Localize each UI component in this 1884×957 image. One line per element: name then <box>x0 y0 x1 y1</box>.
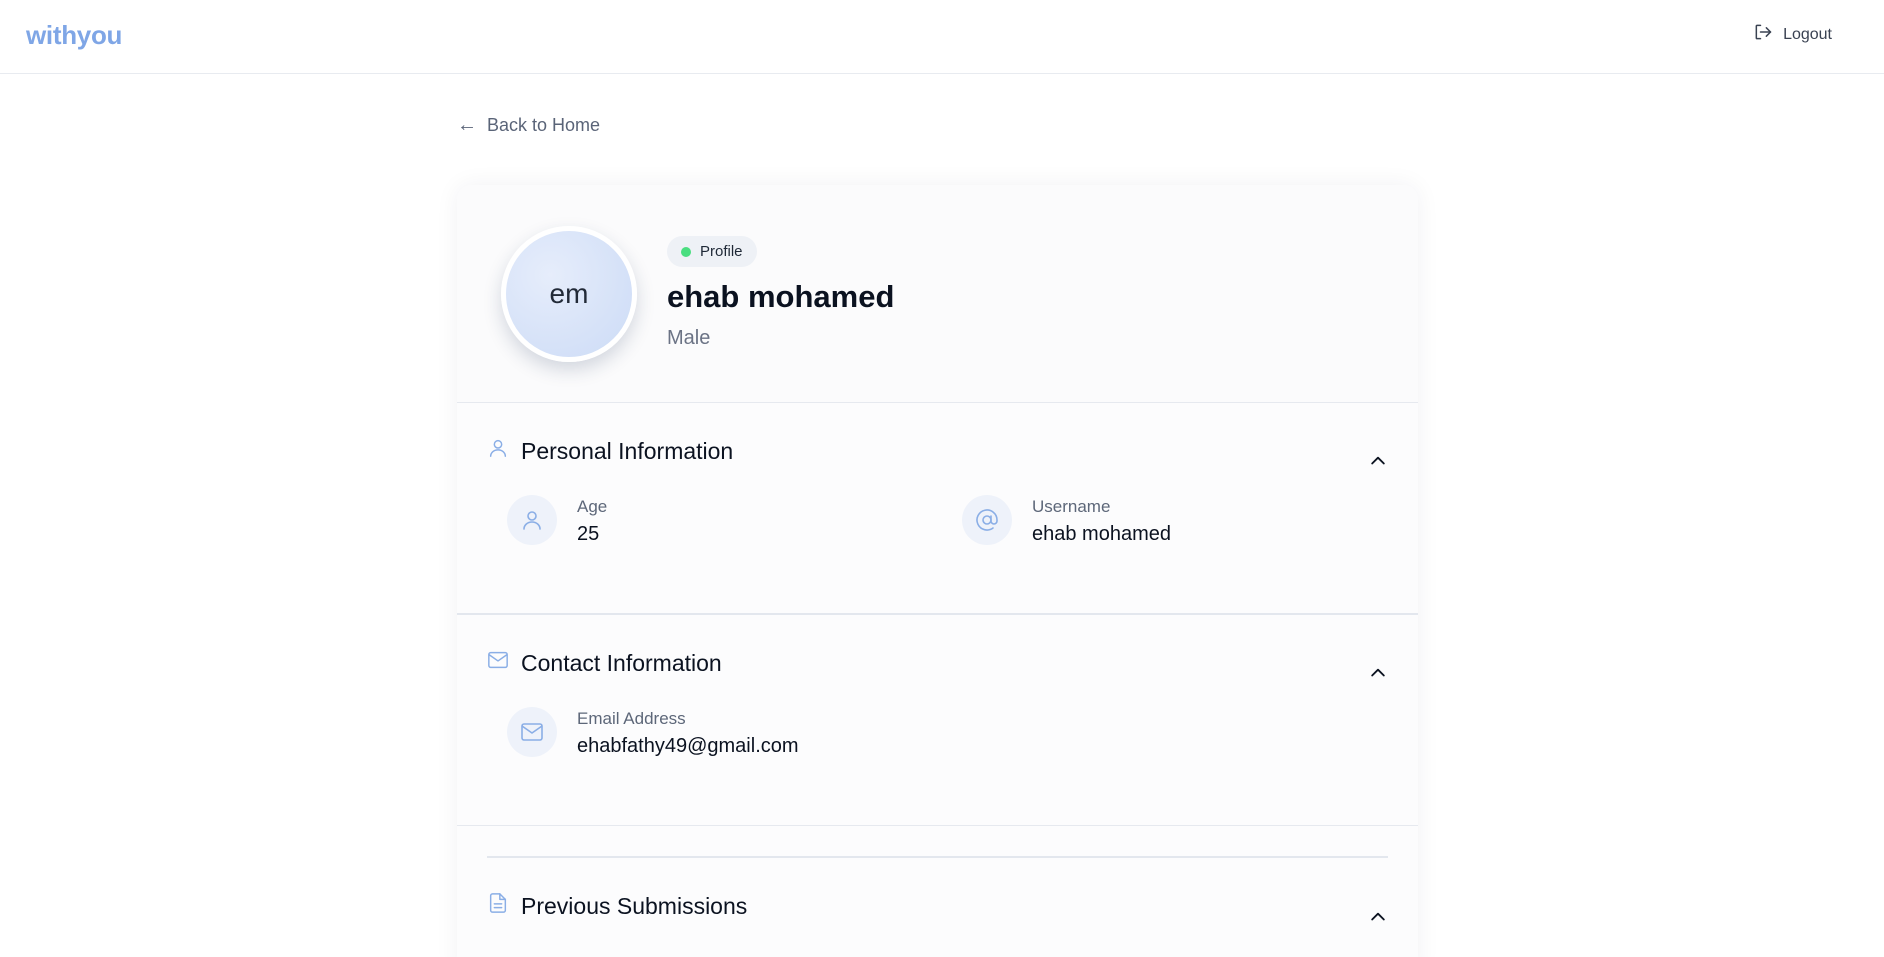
chevron-up-icon[interactable] <box>1368 907 1388 927</box>
mail-icon <box>487 649 509 677</box>
user-icon <box>507 495 557 545</box>
age-label: Age <box>577 497 608 516</box>
profile-header: em Profile ehab mohamed Male <box>457 185 1418 403</box>
contact-information-header[interactable]: Contact Information <box>487 649 722 677</box>
profile-card: em Profile ehab mohamed Male Personal In… <box>457 185 1418 957</box>
at-sign-icon <box>962 495 1012 545</box>
logout-label: Logout <box>1783 25 1832 43</box>
previous-submissions-title: Previous Submissions <box>521 892 748 919</box>
chevron-up-icon[interactable] <box>1368 451 1388 471</box>
profile-gender: Male <box>667 327 711 349</box>
personal-information-header[interactable]: Personal Information <box>487 437 733 465</box>
status-dot-icon <box>681 246 691 257</box>
back-label: Back to Home <box>487 115 601 135</box>
profile-badge: Profile <box>667 236 757 267</box>
contact-information-section: Contact Information Email Address ehabfa… <box>457 615 1418 826</box>
username-value: ehab mohamed <box>1032 523 1171 545</box>
brand-logo[interactable]: withyou <box>26 20 122 51</box>
user-icon <box>487 437 509 465</box>
previous-submissions-header[interactable]: Previous Submissions <box>487 892 747 920</box>
logout-icon <box>1753 22 1773 47</box>
back-to-home-link[interactable]: ← Back to Home <box>457 114 600 137</box>
section-divider <box>487 856 1388 858</box>
email-label: Email Address <box>577 709 686 728</box>
top-nav-bar: withyou Logout <box>0 0 1884 74</box>
previous-submissions-section: Previous Submissions <box>457 826 1418 957</box>
age-field: Age 25 <box>507 495 607 546</box>
arrow-left-icon: ← <box>457 114 477 136</box>
contact-information-title: Contact Information <box>521 649 722 676</box>
logout-button[interactable]: Logout <box>1753 22 1832 47</box>
username-field: Username ehab mohamed <box>962 495 1171 546</box>
document-icon <box>487 892 509 920</box>
mail-icon <box>507 707 557 757</box>
profile-name: ehab mohamed <box>667 279 895 314</box>
chevron-up-icon[interactable] <box>1368 663 1388 683</box>
avatar: em <box>501 226 637 362</box>
avatar-initials: em <box>549 278 589 309</box>
age-value: 25 <box>577 523 600 545</box>
email-field: Email Address ehabfathy49@gmail.com <box>507 707 799 758</box>
email-value: ehabfathy49@gmail.com <box>577 735 799 757</box>
username-label: Username <box>1032 497 1111 516</box>
profile-badge-label: Profile <box>700 243 743 260</box>
personal-information-section: Personal Information Age 25 Username eha… <box>457 403 1418 615</box>
personal-information-title: Personal Information <box>521 437 734 464</box>
